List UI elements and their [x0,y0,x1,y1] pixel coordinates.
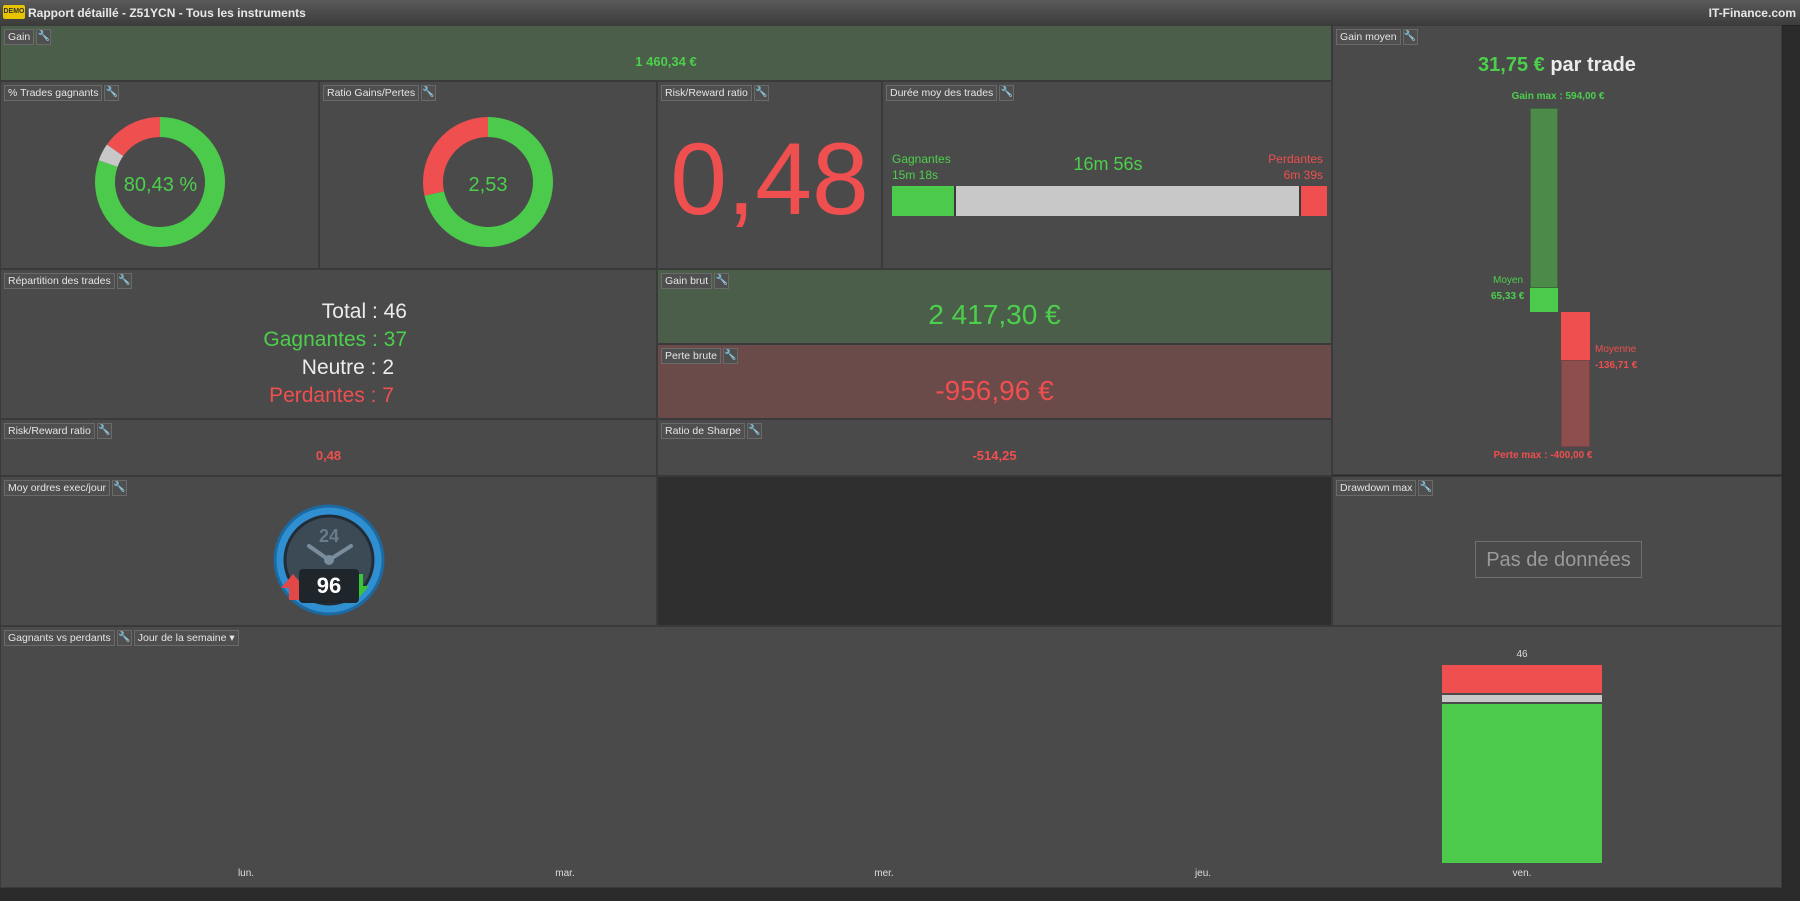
ordres-title: Moy ordres exec/jour [4,480,111,496]
moyenne-value: -136,71 € [1595,360,1638,371]
sharpe-panel: Ratio de Sharpe 🔧 -514,25 [657,419,1332,476]
gain-moyen-bar [1530,288,1558,312]
demo-logo: DEMO [3,5,25,19]
wrench-icon[interactable]: 🔧 [116,273,132,289]
clock-number: 24 [319,526,339,546]
drawdown-title: Drawdown max [1336,480,1417,496]
wrench-icon[interactable]: 🔧 [96,423,112,439]
moyen-label: Moyen [1493,275,1524,286]
duree-win-segment [892,186,956,216]
no-data-label: Pas de données [1475,541,1642,578]
duree-panel: Durée moy des trades 🔧 Gagnantes 15m 18s … [882,81,1332,269]
x-tick-label: mer. [874,868,894,879]
rr-big-value: 0,48 [670,122,869,236]
ratio-gp-panel: Ratio Gains/Pertes 🔧 2,53 [319,81,657,269]
pct-trades-title: % Trades gagnants [4,85,103,101]
window-title: Rapport détaillé - Z51YCN - Tous les ins… [28,6,306,20]
wrench-icon[interactable]: 🔧 [753,85,769,101]
ordres-panel: Moy ordres exec/jour 🔧 24 96 [0,476,657,626]
gain-brut-value: 2 417,30 € [928,299,1061,330]
bar-segment-0 [1442,703,1602,863]
rr-small-value: 0,48 [315,448,342,463]
gvp-panel: Gagnants vs perdants 🔧 Jour de la semain… [0,626,1782,888]
sharpe-value: -514,25 [972,448,1017,463]
x-tick-label: mar. [555,868,575,879]
ratio-gp-value: 2,53 [468,174,508,196]
pct-trades-value: 80,43 % [123,174,198,196]
gain-max-bar [1530,108,1558,288]
empty-panel [657,476,1332,626]
gain-brut-title: Gain brut [661,273,713,289]
pct-trades-panel: % Trades gagnants 🔧 80,43 % [0,81,319,269]
x-tick-label: ven. [1512,868,1532,879]
gain-moyen-panel: Gain moyen 🔧 31,75 € par trade Gain max :… [1332,25,1782,475]
gain-value: 1 460,34 € [635,54,697,69]
rr-small-panel: Risk/Reward ratio 🔧 0,48 [0,419,657,476]
repartition-title: Répartition des trades [4,273,115,289]
x-tick-label: jeu. [1194,868,1212,879]
bar-segment-1 [1442,695,1602,702]
brand-label: IT-Finance.com [1708,6,1796,20]
wrench-icon[interactable]: 🔧 [112,480,128,496]
repartition-perdantes: Perdantes : 7 [269,384,394,407]
wrench-icon[interactable]: 🔧 [1402,29,1418,45]
duree-loss-label: Perdantes [1268,152,1323,166]
rr-small-title: Risk/Reward ratio [4,423,95,439]
gain-brut-panel: Gain brut 🔧 2 417,30 € [657,269,1332,344]
wrench-icon[interactable]: 🔧 [36,29,52,45]
moyenne-label: Moyenne [1595,344,1637,355]
ordres-value: 96 [299,569,359,603]
gain-moyen-headline: 31,75 € par trade [1333,54,1781,77]
wrench-icon[interactable]: 🔧 [722,348,738,364]
rr-big-title: Risk/Reward ratio [661,85,752,101]
duree-avg-value: 16m 56s [1073,154,1143,174]
gain-panel: Gain 🔧 1 460,34 € [0,25,1332,81]
wrench-icon[interactable]: 🔧 [1418,480,1434,496]
repartition-neutre: Neutre : 2 [301,356,394,379]
duree-loss-segment [1299,186,1327,216]
perte-brute-panel: Perte brute 🔧 -956,96 € [657,344,1332,419]
bar-total-label: 46 [1516,649,1528,660]
moyen-value: 65,33 € [1491,291,1525,302]
wrench-icon[interactable]: 🔧 [714,273,730,289]
perte-max-label: Perte max : -400,00 € [1493,450,1593,461]
repartition-gagnantes: Gagnantes : 37 [263,328,407,351]
ratio-gp-title: Ratio Gains/Pertes [323,85,420,101]
duree-title: Durée moy des trades [886,85,998,101]
gain-max-label: Gain max : 594,00 € [1511,91,1605,102]
window-titlebar: DEMO Rapport détaillé - Z51YCN - Tous le… [0,0,1800,26]
wrench-icon[interactable]: 🔧 [999,85,1015,101]
bar-segment-2 [1442,665,1602,694]
gain-moyen-suffix: par trade [1544,54,1636,76]
perte-brute-value: -956,96 € [935,375,1054,406]
gain-moyen-value: 31,75 € [1478,54,1545,76]
rr-big-panel: Risk/Reward ratio 🔧 0,48 [657,81,882,269]
wrench-icon[interactable]: 🔧 [104,85,120,101]
duree-loss-value: 6m 39s [1283,168,1323,182]
gain-moyen-title: Gain moyen [1336,29,1401,45]
wrench-icon[interactable]: 🔧 [746,423,762,439]
gain-panel-title: Gain [4,29,35,45]
perte-max-bar [1561,360,1590,447]
gvp-chart: lun. mar. mer. jeu. ven. 46 [1,627,1781,887]
perte-moyenne-bar [1561,312,1590,360]
sharpe-title: Ratio de Sharpe [661,423,745,439]
repartition-list: Total : 46 Gagnantes : 37 Neutre : 2 Per… [1,298,407,410]
repartition-total: Total : 46 [321,300,407,323]
footer-strip [0,888,1800,901]
wrench-icon[interactable]: 🔧 [421,85,437,101]
perte-brute-title: Perte brute [661,348,721,364]
duree-bar [892,186,1327,216]
x-tick-label: lun. [237,868,255,879]
repartition-panel: Répartition des trades 🔧 Total : 46 Gagna… [0,269,657,419]
